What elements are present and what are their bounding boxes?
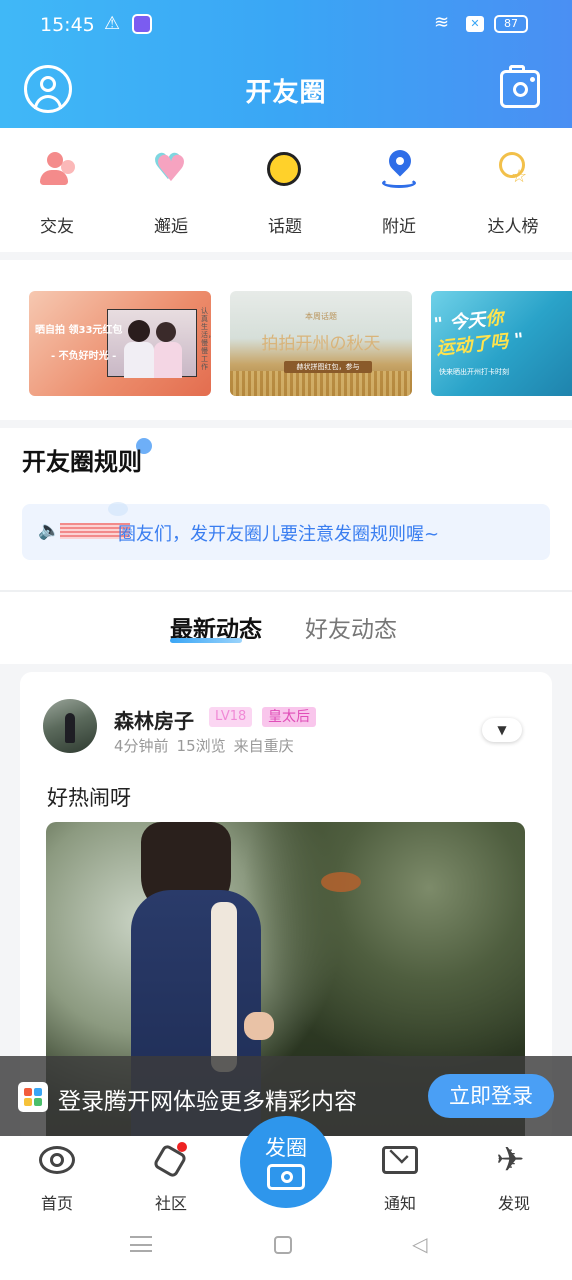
post-button[interactable]: 发圈 — [240, 1116, 332, 1208]
banner-tag: 本周话题 — [305, 312, 337, 321]
wifi-icon: ≋ — [434, 12, 450, 33]
status-bar: 15:45 ⚠ ≋ ✕ 87 — [0, 0, 572, 52]
post-location: 来自重庆 — [233, 737, 294, 755]
nav-label: 首页 — [40, 1194, 73, 1213]
no-sim-icon: ✕ — [466, 16, 484, 32]
tab-active-indicator — [170, 638, 242, 643]
banner-title: 拍拍开州の秋天 — [261, 334, 381, 354]
unread-dot — [177, 1142, 187, 1152]
app-logo-icon — [18, 1082, 48, 1112]
login-prompt: 登录腾开网体验更多精彩内容 — [58, 1089, 357, 1115]
feed-tabs: 最新动态 好友动态 — [0, 592, 572, 664]
quick-nav-nearby[interactable]: 附近 — [342, 145, 456, 237]
post-meta: 4分钟前 15浏览 来自重庆 — [114, 735, 302, 756]
quick-nav-encounter[interactable]: ♥ 邂逅 — [114, 149, 228, 238]
nav-community[interactable]: 社区 — [131, 1142, 211, 1214]
friends-icon — [37, 150, 77, 190]
quick-nav-label: 交友 — [40, 217, 74, 237]
banner-line: 晒自拍 领33元红包 — [35, 325, 123, 336]
rules-notice[interactable]: 🔈 圈友们，发开友圈儿要注意发圈规则喔~ — [22, 504, 550, 560]
wheat-field — [230, 371, 412, 396]
camera-icon[interactable] — [500, 65, 540, 108]
back-triangle-icon[interactable]: ◁ — [412, 1232, 427, 1256]
eye-icon — [37, 1142, 77, 1178]
talent-star-icon: ☆ — [493, 150, 533, 190]
app-screen: 15:45 ⚠ ≋ ✕ 87 开友圈 交友 ♥ 邂逅 话题 附近 ☆ 达人榜 晒… — [0, 0, 572, 1280]
nav-label: 社区 — [154, 1194, 187, 1213]
banner-title: " 今天你 运动了吗 " — [432, 307, 525, 360]
home-square-icon[interactable] — [274, 1236, 292, 1254]
battery-icon: 87 — [494, 15, 528, 33]
level-badge: LV18 — [209, 707, 253, 727]
status-time: 15:45 — [40, 14, 95, 36]
page-title: 开友圈 — [245, 78, 327, 108]
banner-autumn[interactable]: 本周话题 拍拍开州の秋天 赫状拼图红包，参与 — [230, 291, 412, 396]
tab-friends[interactable]: 好友动态 — [305, 610, 397, 644]
quick-nav-friends[interactable]: 交友 — [0, 150, 114, 237]
quick-nav-topics[interactable]: 话题 — [228, 150, 342, 237]
quick-nav-label: 附近 — [382, 217, 416, 237]
hexagon-icon — [151, 1142, 191, 1179]
nav-label: 发现 — [497, 1194, 530, 1213]
login-button[interactable]: 立即登录 — [428, 1074, 554, 1118]
rules-title: 开友圈规则 — [22, 448, 142, 476]
banner-ribbon: 赫状拼图红包，参与 — [284, 361, 372, 373]
quick-nav-ranking[interactable]: ☆ 达人榜 — [456, 150, 570, 237]
post-time: 4分钟前 — [114, 737, 169, 755]
speaker-icon: 🔈 — [38, 520, 61, 541]
warning-icon: ⚠ — [104, 13, 121, 34]
nav-home[interactable]: 首页 — [17, 1142, 97, 1214]
banner-side-text: 认真生活，慢慢工作 — [201, 307, 211, 371]
post-author[interactable]: 森林房子 — [114, 705, 194, 734]
paper-plane-icon: ✈ — [496, 1140, 525, 1180]
nav-notifications[interactable]: 通知 — [360, 1142, 440, 1214]
system-nav-bar: ◁ — [0, 1214, 572, 1280]
quick-nav: 交友 ♥ 邂逅 话题 附近 ☆ 达人榜 — [0, 128, 572, 252]
banner-line: - 不负好时光 - — [51, 351, 117, 362]
nav-label: 通知 — [383, 1194, 416, 1213]
top-header: 15:45 ⚠ ≋ ✕ 87 开友圈 — [0, 0, 572, 128]
mail-icon — [380, 1142, 420, 1178]
post-button-label: 发圈 — [265, 1136, 307, 1160]
topic-bubble-icon — [265, 150, 305, 190]
post-text: 好热闹呀 — [47, 786, 131, 810]
chevron-down-icon[interactable]: ▼ — [482, 718, 522, 742]
notice-text: 圈友们，发开友圈儿要注意发圈规则喔~ — [118, 524, 440, 545]
hearts-icon: ♥ — [154, 149, 188, 190]
avatar[interactable] — [43, 699, 97, 753]
decor-dot — [108, 502, 128, 516]
menu-icon[interactable] — [130, 1236, 152, 1252]
location-pin-icon — [379, 145, 419, 190]
quick-nav-label: 邂逅 — [154, 217, 188, 237]
rules-section: 开友圈规则 🔈 圈友们，发开友圈儿要注意发圈规则喔~ — [0, 428, 572, 590]
banner-carousel: 晒自拍 领33元红包 - 不负好时光 - 认真生活，慢慢工作 本周话题 拍拍开州… — [0, 260, 572, 420]
quick-nav-label: 达人榜 — [487, 217, 539, 237]
section-gap — [0, 252, 572, 260]
quick-nav-label: 话题 — [268, 217, 302, 237]
banner-sport[interactable]: " 今天你 运动了吗 " 快来晒出开州打卡时刻 — [431, 291, 572, 396]
banner-photo — [107, 309, 197, 378]
banner-subtitle: 快来晒出开州打卡时刻 — [439, 368, 509, 376]
role-badge: 皇太后 — [262, 707, 316, 727]
camera-icon — [267, 1164, 305, 1190]
nav-discover[interactable]: ✈ 发现 — [474, 1142, 554, 1214]
section-gap — [0, 420, 572, 428]
banner-selfie[interactable]: 晒自拍 领33元红包 - 不负好时光 - 认真生活，慢慢工作 — [29, 291, 211, 396]
notification-app-icon — [132, 14, 152, 34]
post-views: 15浏览 — [176, 737, 226, 755]
